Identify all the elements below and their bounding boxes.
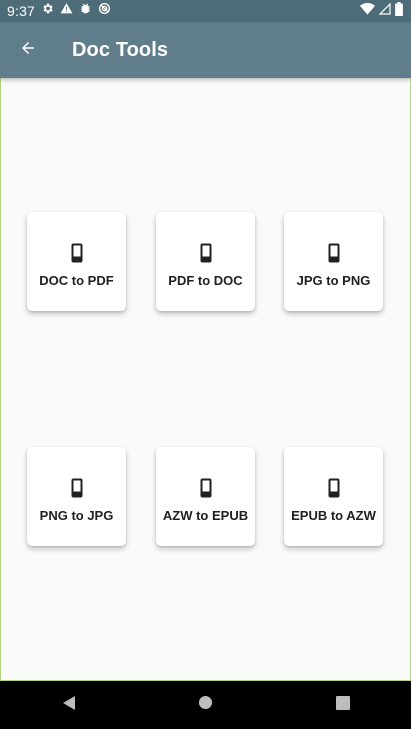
phone-icon	[200, 478, 212, 498]
tool-card-jpg-to-png[interactable]: JPG to PNG	[284, 212, 383, 311]
tool-card-doc-to-pdf[interactable]: DOC to PDF	[27, 212, 126, 311]
back-triangle-icon	[61, 695, 77, 716]
tool-label: DOC to PDF	[39, 273, 114, 288]
system-nav-bar	[0, 681, 411, 729]
phone-icon	[200, 243, 212, 263]
tool-label: AZW to EPUB	[162, 508, 249, 523]
phone-icon	[71, 478, 83, 498]
tool-card-png-to-jpg[interactable]: PNG to JPG	[27, 447, 126, 546]
tool-label: JPG to PNG	[296, 273, 371, 288]
tool-label: PDF to DOC	[168, 273, 243, 288]
phone-icon	[328, 478, 340, 498]
home-circle-icon	[198, 695, 213, 715]
nav-back-button[interactable]	[39, 681, 99, 729]
tool-label: PNG to JPG	[39, 508, 114, 523]
phone-icon	[328, 243, 340, 263]
nav-home-button[interactable]	[176, 681, 236, 729]
phone-icon	[71, 243, 83, 263]
recents-square-icon	[335, 695, 350, 715]
tool-card-azw-to-epub[interactable]: AZW to EPUB	[156, 447, 255, 546]
tool-label: EPUB to AZW	[291, 508, 376, 523]
tool-card-epub-to-azw[interactable]: EPUB to AZW	[284, 447, 383, 546]
tools-grid: DOC to PDF PDF to DOC JPG to PNG PNG to …	[0, 0, 411, 680]
nav-recents-button[interactable]	[313, 681, 373, 729]
tool-card-pdf-to-doc[interactable]: PDF to DOC	[156, 212, 255, 311]
